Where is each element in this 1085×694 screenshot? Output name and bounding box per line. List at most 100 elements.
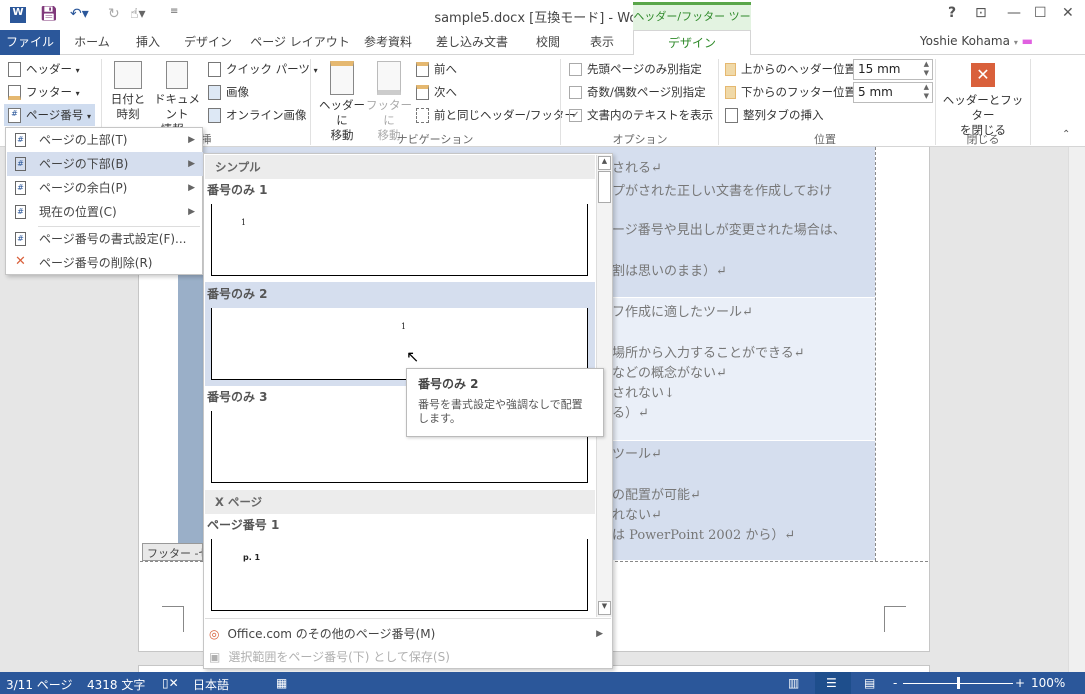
- checkbox-unchecked[interactable]: [569, 63, 582, 76]
- tab-home[interactable]: ホーム: [72, 30, 112, 55]
- footer-label: フッター: [26, 85, 72, 99]
- maximize-icon[interactable]: ☐: [1034, 5, 1047, 21]
- tab-hf-design[interactable]: デザイン: [633, 30, 751, 56]
- scroll-down-icon[interactable]: ▼: [598, 601, 611, 615]
- language[interactable]: 日本語: [193, 676, 229, 693]
- navigation-group-label: ナビゲーション: [396, 133, 474, 146]
- macro-record-icon[interactable]: ▦: [276, 676, 287, 690]
- goto-footer-icon: [377, 61, 401, 95]
- save-selection-to-gallery: ▣ 選択範囲をページ番号(下) として保存(S): [209, 646, 609, 668]
- header-position-input[interactable]: 15 mm ▲ ▼: [853, 59, 933, 80]
- more-page-numbers-office-com[interactable]: ◎ Office.com のその他のページ番号(M) ▶: [209, 623, 609, 645]
- date-time-button[interactable]: 日付と 時刻: [106, 61, 150, 122]
- show-doc-text-checkbox[interactable]: ✓ 文書内のテキストを表示: [569, 107, 713, 123]
- page-number-label: ページ番号: [26, 108, 84, 122]
- submenu-arrow-icon: ▶: [188, 207, 195, 217]
- first-page-checkbox[interactable]: 先頭ページのみ別指定: [569, 61, 702, 77]
- help-icon[interactable]: ?: [948, 5, 956, 21]
- first-page-label: 先頭ページのみ別指定: [587, 62, 702, 76]
- next-button[interactable]: 次へ: [416, 84, 457, 100]
- zoom-out-icon[interactable]: -: [893, 676, 897, 690]
- menu-item-label: ページ番号の書式設定(F)...: [39, 232, 187, 246]
- page-count[interactable]: 3/11 ページ: [6, 676, 73, 693]
- online-picture-label: オンライン画像: [226, 108, 307, 122]
- picture-button[interactable]: 画像: [208, 84, 249, 100]
- footer-position-value: 5 mm: [858, 85, 893, 99]
- previous-button[interactable]: 前へ: [416, 61, 457, 77]
- menu-item-current-position[interactable]: # 現在の位置(C) ▶: [7, 200, 203, 224]
- close-window-icon[interactable]: ✕: [1062, 5, 1074, 21]
- picture-label: 画像: [226, 85, 249, 99]
- checkmark-icon[interactable]: ✓: [569, 109, 582, 122]
- header-position-text: 上からのヘッダー位置:: [741, 62, 860, 76]
- user-account[interactable]: Yoshie Kohama ▾ ▬: [920, 34, 1033, 48]
- tab-references[interactable]: 参考資料: [360, 30, 416, 55]
- tab-file[interactable]: ファイル: [0, 30, 60, 55]
- submenu-arrow-icon: ▶: [188, 159, 195, 169]
- word-count[interactable]: 4318 文字: [87, 676, 145, 693]
- zoom-level[interactable]: 100%: [1031, 676, 1065, 690]
- tab-review[interactable]: 校閲: [528, 30, 568, 55]
- ribbon-display-icon[interactable]: ⊡: [975, 5, 987, 21]
- doc-line: ージ番号や見出しが変更された場合は、: [612, 223, 846, 238]
- insert-alignment-tab-button[interactable]: 整列タブの挿入: [725, 107, 824, 123]
- doc-line: 場所から入力することができる↵: [612, 346, 805, 361]
- page-margin-icon: #: [15, 181, 26, 195]
- spinner-arrows-icon[interactable]: ▲ ▼: [924, 60, 929, 78]
- tab-page-layout[interactable]: ページ レイアウト: [248, 30, 352, 55]
- menu-item-bottom-of-page[interactable]: # ページの下部(B) ▶: [7, 152, 203, 176]
- minimize-icon[interactable]: —: [1007, 5, 1021, 21]
- web-layout-icon[interactable]: ▤: [864, 676, 875, 690]
- close-group-label: 閉じる: [966, 133, 1000, 146]
- tab-view[interactable]: 表示: [582, 30, 622, 55]
- scroll-up-icon[interactable]: ▲: [598, 156, 611, 170]
- goto-footer-label-1: フッターに: [366, 98, 412, 127]
- next-icon: [416, 85, 429, 100]
- scroll-thumb[interactable]: [598, 171, 611, 203]
- page-bottom-icon: #: [15, 157, 26, 171]
- read-mode-icon[interactable]: ▥: [788, 676, 799, 690]
- collapse-ribbon-icon[interactable]: ⌃: [1062, 129, 1070, 140]
- checkbox-unchecked[interactable]: [569, 86, 582, 99]
- page-number-menu: # ページの上部(T) ▶ # ページの下部(B) ▶ # ページの余白(P) ▶ # 現在の…: [5, 127, 203, 275]
- spinner-arrows-icon[interactable]: ▲ ▼: [924, 83, 929, 101]
- header-button[interactable]: ヘッダー ▾: [8, 61, 80, 77]
- tab-mailings[interactable]: 差し込み文書: [425, 30, 519, 55]
- online-picture-button[interactable]: オンライン画像: [208, 107, 307, 123]
- footer-section-tag: フッター -セ: [142, 543, 203, 561]
- preview-number: 1: [401, 322, 407, 331]
- zoom-slider-thumb[interactable]: [957, 677, 960, 689]
- document-info-button[interactable]: ドキュメント情報 ▾: [150, 61, 204, 137]
- gallery-item-page-number-1[interactable]: p. 1: [211, 539, 588, 611]
- previous-icon: [416, 62, 429, 77]
- document-info-label-1: ドキュメント: [154, 92, 200, 121]
- quick-parts-button[interactable]: クイック パーツ ▾: [208, 61, 318, 77]
- menu-item-top-of-page[interactable]: # ページの上部(T) ▶: [7, 128, 203, 152]
- next-label: 次へ: [434, 85, 457, 99]
- gallery-item-title: 番号のみ 1: [207, 183, 268, 197]
- tab-insert[interactable]: 挿入: [130, 30, 166, 55]
- close-header-footer-button[interactable]: ✕ ヘッダーとフッター を閉じる: [938, 63, 1028, 138]
- footer-position-input[interactable]: 5 mm ▲ ▼: [853, 82, 933, 103]
- print-layout-icon: ☰: [826, 676, 837, 690]
- menu-item-format-page-numbers[interactable]: # ページ番号の書式設定(F)...: [7, 227, 203, 251]
- link-to-previous-button[interactable]: 前と同じヘッダー/フッター: [416, 107, 576, 123]
- menu-item-page-margins[interactable]: # ページの余白(P) ▶: [7, 176, 203, 200]
- tab-design[interactable]: デザイン: [180, 30, 236, 55]
- zoom-in-icon[interactable]: +: [1015, 676, 1025, 690]
- doc-line: フ作成に適したツール↵: [612, 305, 753, 320]
- options-group-label: オプション: [612, 133, 668, 146]
- quick-parts-label: クイック パーツ: [226, 62, 310, 76]
- page-number-button[interactable]: # ページ番号 ▾: [4, 104, 95, 126]
- goto-header-button[interactable]: ヘッダーに 移動: [314, 61, 370, 143]
- gallery-item-plain-number-1[interactable]: 1: [211, 204, 588, 276]
- print-layout-button[interactable]: ☰: [815, 672, 851, 694]
- goto-header-label-1: ヘッダーに: [319, 98, 365, 127]
- header-position-label: 上からのヘッダー位置:: [725, 61, 860, 77]
- more-label: Office.com のその他のページ番号(M): [227, 627, 436, 641]
- proofing-icon[interactable]: ▯✕: [162, 676, 179, 690]
- footer-button[interactable]: フッター ▾: [8, 84, 80, 100]
- menu-item-remove-page-numbers[interactable]: ✕ ページ番号の削除(R): [7, 251, 203, 275]
- document-scrollbar[interactable]: [1068, 147, 1085, 672]
- odd-even-checkbox[interactable]: 奇数/偶数ページ別指定: [569, 84, 706, 100]
